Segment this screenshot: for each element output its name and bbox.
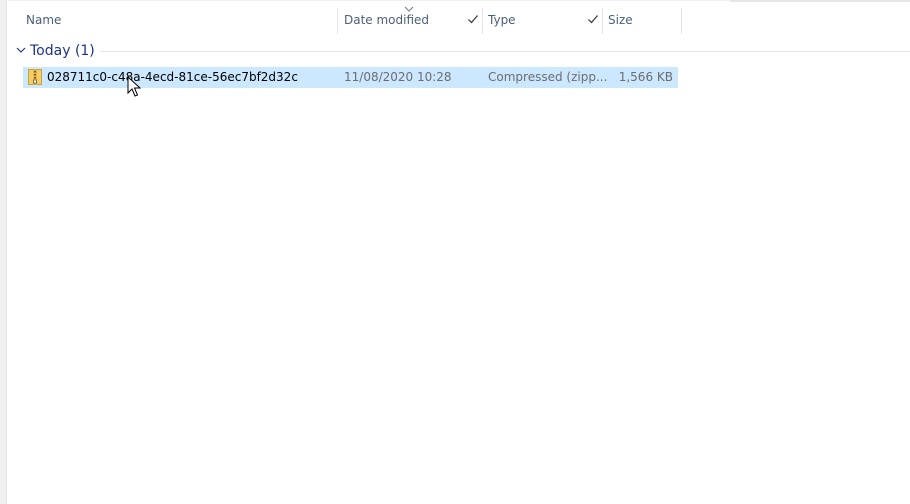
column-header-date-modified-label: Date modified bbox=[344, 13, 430, 27]
column-dropdown-check-icon[interactable] bbox=[467, 13, 479, 25]
group-header-today[interactable]: Today (1) bbox=[12, 42, 910, 62]
column-header-bar: Name Date modified Type Size bbox=[6, 4, 682, 34]
navigation-pane-edge bbox=[0, 0, 7, 504]
group-divider-line bbox=[100, 51, 910, 52]
column-dropdown-check-icon[interactable] bbox=[587, 13, 599, 25]
column-header-type-label: Type bbox=[488, 13, 516, 27]
file-row[interactable]: 028711c0-c48a-4ecd-81ce-56ec7bf2d32c 11/… bbox=[23, 67, 678, 88]
column-divider[interactable] bbox=[482, 8, 483, 34]
column-header-type[interactable]: Type bbox=[488, 4, 588, 34]
mouse-pointer-icon bbox=[127, 76, 141, 97]
file-type: Compressed (zipp... bbox=[488, 70, 608, 84]
column-header-date-modified[interactable]: Date modified bbox=[344, 4, 464, 34]
top-divider-right bbox=[730, 0, 910, 2]
column-divider[interactable] bbox=[602, 8, 603, 34]
column-header-name-label: Name bbox=[26, 13, 62, 27]
column-header-size-label: Size bbox=[608, 13, 633, 27]
file-explorer-view: Name Date modified Type Size Today (1) 0… bbox=[0, 0, 910, 504]
column-divider[interactable] bbox=[337, 8, 338, 34]
file-size: 1,566 KB bbox=[618, 70, 673, 84]
column-divider[interactable] bbox=[681, 8, 682, 34]
column-header-size[interactable]: Size bbox=[608, 4, 678, 34]
chevron-down-icon[interactable] bbox=[16, 46, 26, 54]
file-name[interactable]: 028711c0-c48a-4ecd-81ce-56ec7bf2d32c bbox=[47, 67, 298, 88]
column-header-name[interactable]: Name bbox=[26, 4, 336, 34]
group-label: Today (1) bbox=[30, 43, 95, 59]
zip-folder-icon bbox=[28, 69, 42, 85]
file-date-modified: 11/08/2020 10:28 bbox=[344, 70, 452, 84]
